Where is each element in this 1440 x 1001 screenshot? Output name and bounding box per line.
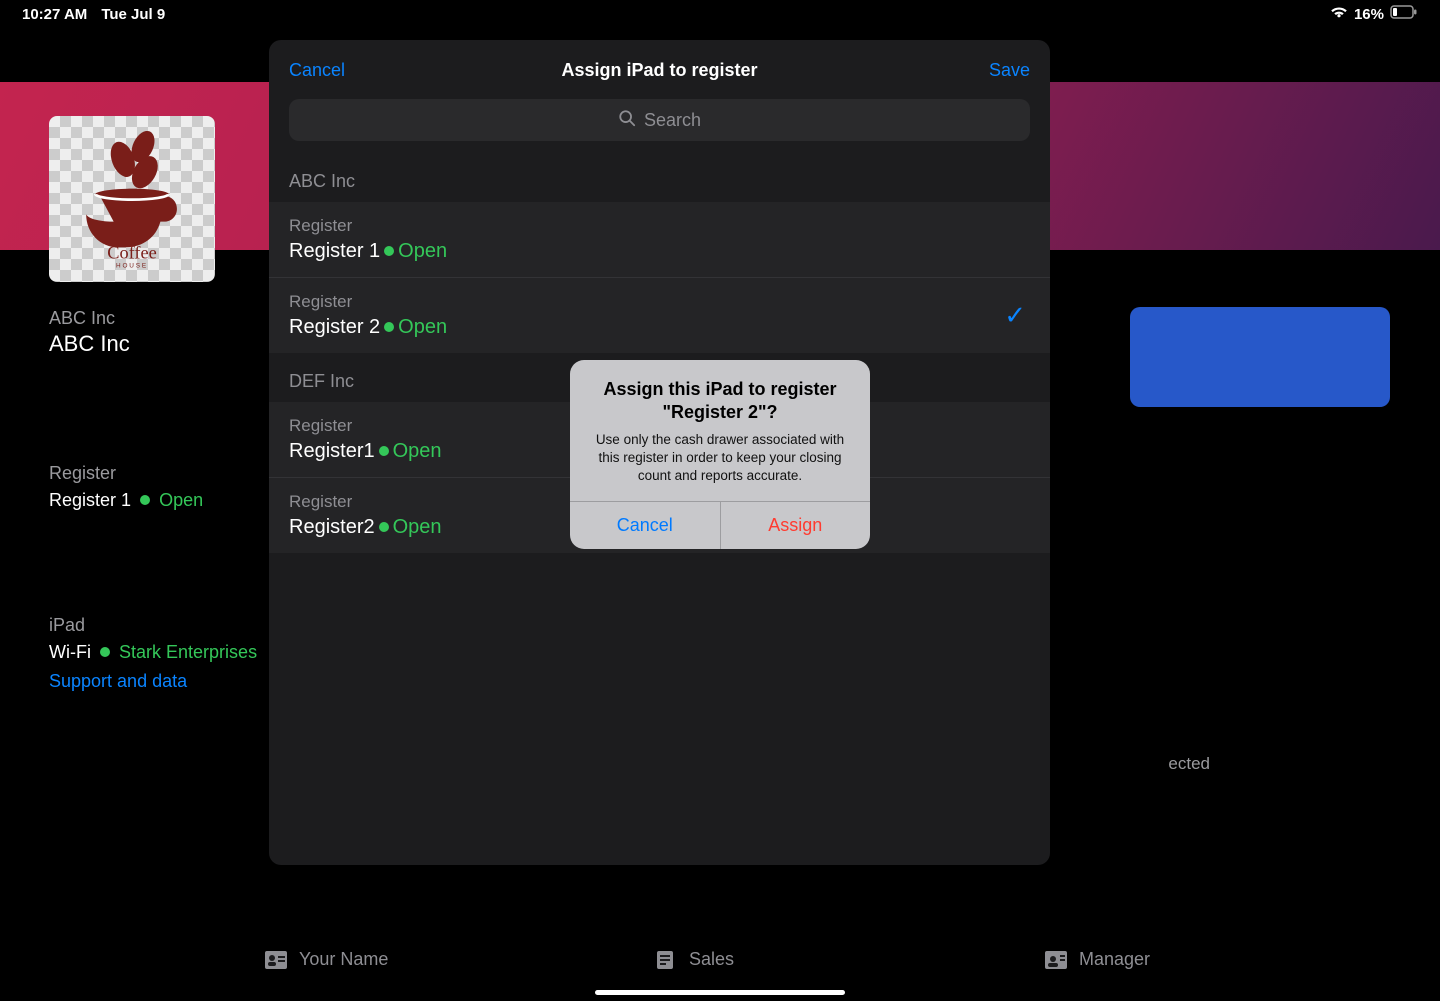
- current-register-block[interactable]: Register Register 1 Open: [49, 463, 203, 511]
- status-dot-icon: [100, 647, 110, 657]
- section-header: ABC Inc: [269, 153, 1050, 202]
- cancel-button[interactable]: Cancel: [289, 60, 359, 81]
- search-icon: [618, 109, 636, 132]
- status-date: Tue Jul 9: [101, 6, 165, 23]
- bottom-user[interactable]: Your Name: [265, 949, 535, 970]
- register-eyebrow: Register: [289, 416, 442, 436]
- status-dot-icon: [379, 446, 389, 456]
- home-indicator[interactable]: [595, 990, 845, 995]
- bottom-mode-label: Sales: [689, 949, 734, 970]
- svg-text:HOUSE: HOUSE: [116, 263, 148, 268]
- org-block: ABC Inc ABC Inc: [49, 308, 130, 357]
- register-status: Open: [398, 316, 447, 339]
- person-card-icon: [1045, 951, 1067, 969]
- search-input[interactable]: Search: [289, 99, 1030, 141]
- status-dot-icon: [140, 495, 150, 505]
- ipad-label: iPad: [49, 615, 257, 636]
- store-logo: Coffee HOUSE: [49, 116, 215, 282]
- save-button[interactable]: Save: [960, 60, 1030, 81]
- register-status: Open: [393, 516, 442, 539]
- status-dot-icon: [384, 246, 394, 256]
- register-row[interactable]: Register Register 1 Open: [269, 202, 1050, 278]
- primary-action-button[interactable]: [1130, 307, 1390, 407]
- register-row[interactable]: Register Register 2 Open ✓: [269, 278, 1050, 353]
- wifi-icon: [1330, 5, 1348, 23]
- register-label: Register: [49, 463, 203, 484]
- register-eyebrow: Register: [289, 292, 447, 312]
- current-register-status: Open: [159, 490, 203, 510]
- register-name: Register 1: [289, 240, 380, 263]
- alert-assign-button[interactable]: Assign: [721, 502, 871, 549]
- status-bar: 10:27 AM Tue Jul 9 16%: [0, 0, 1440, 24]
- svg-text:Coffee: Coffee: [107, 243, 157, 263]
- wifi-label: Wi-Fi: [49, 642, 91, 662]
- status-dot-icon: [384, 322, 394, 332]
- confirm-assign-alert: Assign this iPad to register "Register 2…: [570, 360, 870, 549]
- alert-message: Use only the cash drawer associated with…: [588, 431, 852, 486]
- org-label: ABC Inc: [49, 308, 130, 329]
- search-placeholder: Search: [644, 110, 701, 131]
- register-eyebrow: Register: [289, 216, 447, 236]
- status-time: 10:27 AM: [22, 6, 87, 23]
- register-status: Open: [398, 240, 447, 263]
- alert-cancel-button[interactable]: Cancel: [570, 502, 721, 549]
- bottom-user-label: Your Name: [299, 949, 388, 970]
- ipad-block: iPad Wi-Fi Stark Enterprises Support and…: [49, 615, 257, 692]
- battery-icon: [1390, 5, 1418, 23]
- register-name: Register2: [289, 516, 375, 539]
- checkmark-icon: ✓: [1004, 300, 1030, 331]
- register-status: Open: [393, 440, 442, 463]
- bottom-role-label: Manager: [1079, 949, 1150, 970]
- org-name: ABC Inc: [49, 331, 130, 357]
- register-name: Register 2: [289, 316, 380, 339]
- battery-percent: 16%: [1354, 6, 1384, 23]
- current-register-name: Register 1: [49, 490, 131, 510]
- bottom-role[interactable]: Manager: [1045, 949, 1315, 970]
- partial-text-detected: ected: [1168, 754, 1210, 774]
- alert-title: Assign this iPad to register "Register 2…: [588, 378, 852, 425]
- modal-title: Assign iPad to register: [359, 60, 960, 81]
- id-badge-icon: [265, 951, 287, 969]
- support-and-data-link[interactable]: Support and data: [49, 671, 257, 692]
- register-name: Register1: [289, 440, 375, 463]
- bottom-mode[interactable]: Sales: [655, 949, 925, 970]
- wifi-name: Stark Enterprises: [119, 642, 257, 662]
- status-dot-icon: [379, 522, 389, 532]
- register-eyebrow: Register: [289, 492, 442, 512]
- receipt-icon: [655, 951, 677, 969]
